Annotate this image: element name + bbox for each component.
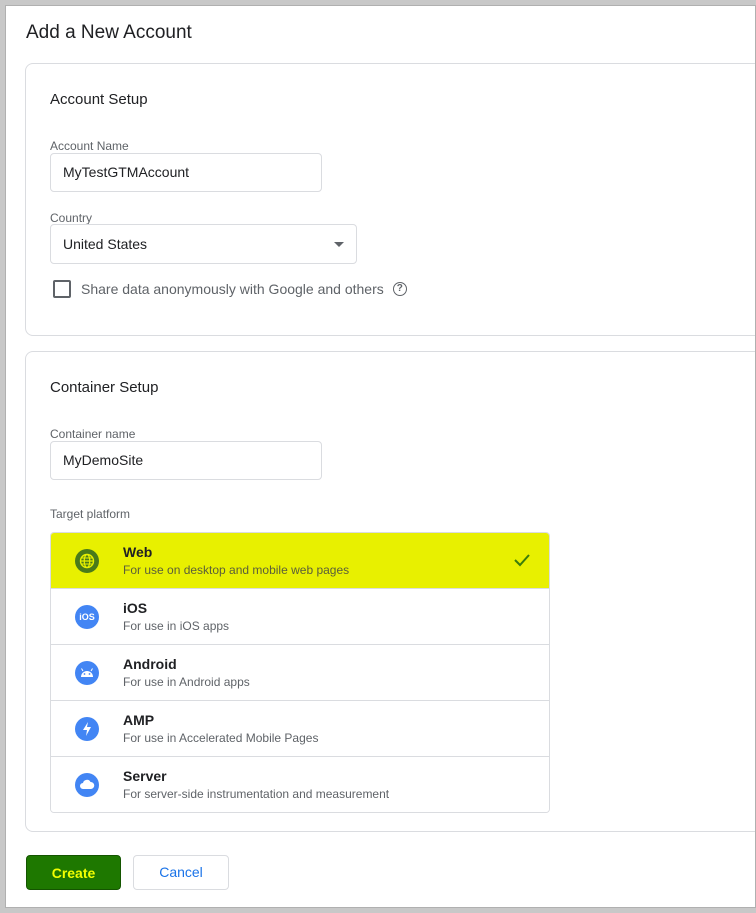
container-name-input[interactable]: MyDemoSite [50,441,322,480]
platform-option-server[interactable]: Server For server-side instrumentation a… [51,757,549,812]
amp-bolt-icon [75,717,99,741]
platform-name: Android [123,656,177,672]
platform-description: For use in iOS apps [123,619,230,633]
create-button[interactable]: Create [26,855,121,890]
dialog-frame: Add a New Account Account Setup Account … [5,5,756,908]
platform-name: Server [123,768,167,784]
platform-name: iOS [123,600,148,616]
account-setup-card: Account Setup Account Name MyTestGTMAcco… [25,63,755,336]
platform-option-android[interactable]: Android For use in Android apps [51,645,549,701]
share-data-checkbox[interactable] [53,280,71,298]
platform-option-web[interactable]: Web For use on desktop and mobile web pa… [51,533,549,589]
platform-option-amp[interactable]: AMP For use in Accelerated Mobile Pages [51,701,549,757]
platform-name: Web [123,544,153,560]
platform-description: For use in Android apps [123,675,250,689]
android-icon [75,661,99,685]
cloud-icon [75,773,99,797]
platform-description: For use on desktop and mobile web pages [123,563,350,577]
platform-list: Web For use on desktop and mobile web pa… [50,532,550,813]
container-setup-card: Container Setup Container name MyDemoSit… [25,351,755,832]
share-data-label: Share data anonymously with Google and o… [81,281,384,297]
share-data-row[interactable]: Share data anonymously with Google and o… [53,280,407,298]
ios-icon: iOS [75,605,99,629]
platform-name: AMP [123,712,155,728]
help-icon[interactable]: ? [392,282,407,296]
container-setup-title: Container Setup [50,379,159,396]
page-title: Add a New Account [26,22,192,43]
country-label: Country [50,211,93,225]
account-setup-title: Account Setup [50,91,148,108]
country-select-value: United States [63,236,148,252]
platform-description: For use in Accelerated Mobile Pages [123,731,319,745]
globe-icon [75,549,99,573]
country-select[interactable]: United States [50,224,357,264]
dropdown-caret-icon [334,242,344,247]
cancel-button[interactable]: Cancel [133,855,229,890]
check-icon [514,554,530,567]
account-name-input[interactable]: MyTestGTMAccount [50,153,322,192]
platform-description: For server-side instrumentation and meas… [123,787,390,801]
platform-option-ios[interactable]: iOS iOS For use in iOS apps [51,589,549,645]
container-name-label: Container name [50,427,136,441]
account-name-label: Account Name [50,139,129,153]
target-platform-label: Target platform [50,507,131,521]
